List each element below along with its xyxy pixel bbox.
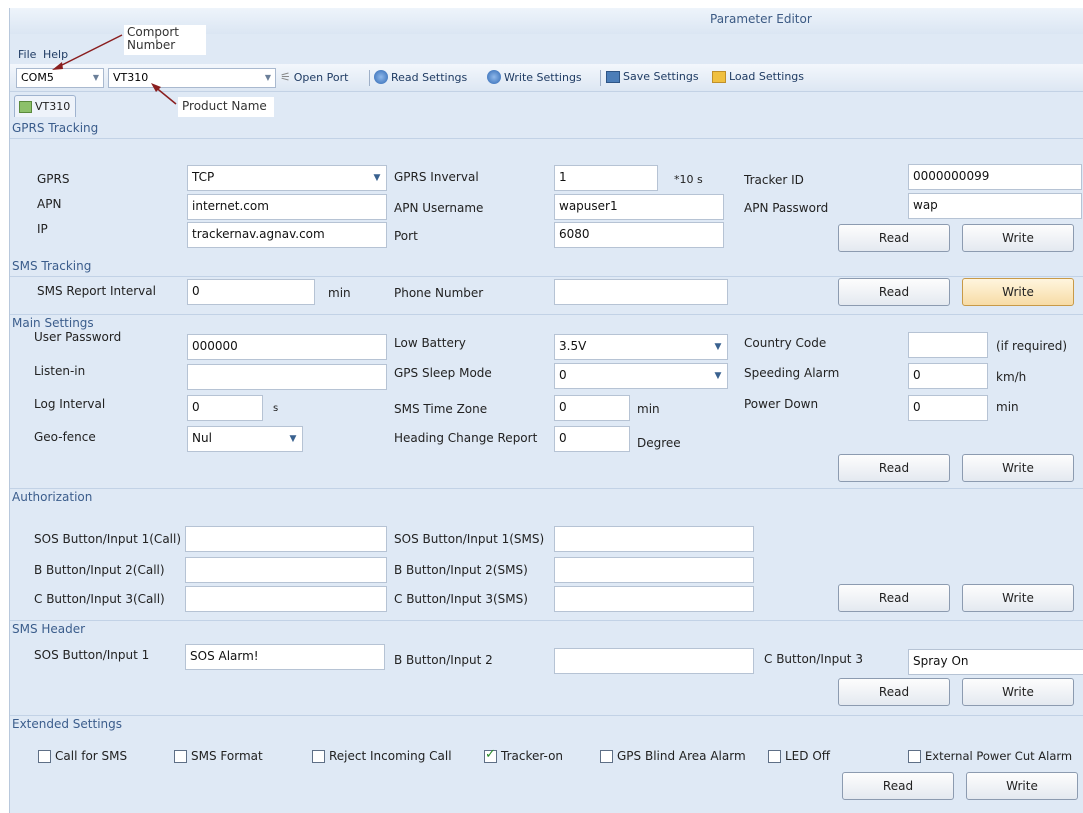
comport-arrow-icon xyxy=(52,34,123,70)
annotation-arrows xyxy=(52,34,177,105)
product-arrow-icon xyxy=(151,83,177,105)
